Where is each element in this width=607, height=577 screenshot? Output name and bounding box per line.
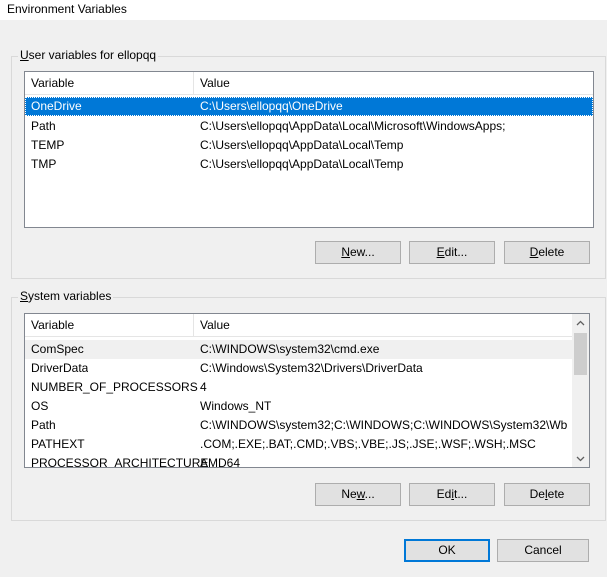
chevron-down-icon[interactable] — [572, 450, 589, 467]
chevron-up-icon[interactable] — [572, 314, 589, 331]
vertical-scrollbar[interactable] — [572, 314, 589, 467]
column-header-variable[interactable]: Variable — [25, 72, 194, 94]
list-item[interactable]: OS Windows_NT — [25, 397, 572, 416]
list-item[interactable]: TEMP C:\Users\ellopqq\AppData\Local\Temp — [25, 136, 593, 155]
user-variables-label: User variables for ellopqq — [18, 48, 159, 62]
list-item[interactable]: TMP C:\Users\ellopqq\AppData\Local\Temp — [25, 155, 593, 174]
user-new-button[interactable]: New... — [315, 241, 401, 264]
list-item[interactable]: ComSpec C:\WINDOWS\system32\cmd.exe — [25, 340, 572, 359]
list-item[interactable]: PROCESSOR_ARCHITECTURE AMD64 — [25, 454, 572, 467]
list-header: Variable Value — [25, 314, 572, 337]
system-new-button[interactable]: New... — [315, 483, 401, 506]
user-variables-list[interactable]: Variable Value OneDrive C:\Users\ellopqq… — [24, 71, 594, 228]
system-delete-button[interactable]: Delete — [504, 483, 590, 506]
scrollbar-thumb[interactable] — [574, 333, 587, 375]
column-header-value[interactable]: Value — [194, 72, 593, 94]
system-variables-label: System variables — [18, 289, 114, 303]
column-header-value[interactable]: Value — [194, 314, 574, 336]
user-edit-button[interactable]: Edit... — [409, 241, 495, 264]
list-item[interactable]: Path C:\WINDOWS\system32;C:\WINDOWS;C:\W… — [25, 416, 572, 435]
system-edit-button[interactable]: Edit... — [409, 483, 495, 506]
title-bar: Environment Variables — [0, 0, 607, 20]
list-item[interactable]: DriverData C:\Windows\System32\Drivers\D… — [25, 359, 572, 378]
cancel-button[interactable]: Cancel — [497, 539, 589, 562]
system-variables-list[interactable]: Variable Value ComSpec C:\WINDOWS\system… — [24, 313, 590, 468]
list-header: Variable Value — [25, 72, 593, 95]
list-item[interactable]: PATHEXT .COM;.EXE;.BAT;.CMD;.VBS;.VBE;.J… — [25, 435, 572, 454]
window-title: Environment Variables — [7, 2, 127, 16]
list-item[interactable]: NUMBER_OF_PROCESSORS 4 — [25, 378, 572, 397]
list-item[interactable]: Path C:\Users\ellopqq\AppData\Local\Micr… — [25, 117, 593, 136]
list-item[interactable]: OneDrive C:\Users\ellopqq\OneDrive — [25, 97, 593, 116]
column-header-variable[interactable]: Variable — [25, 314, 194, 336]
ok-button[interactable]: OK — [404, 539, 490, 562]
user-delete-button[interactable]: Delete — [504, 241, 590, 264]
